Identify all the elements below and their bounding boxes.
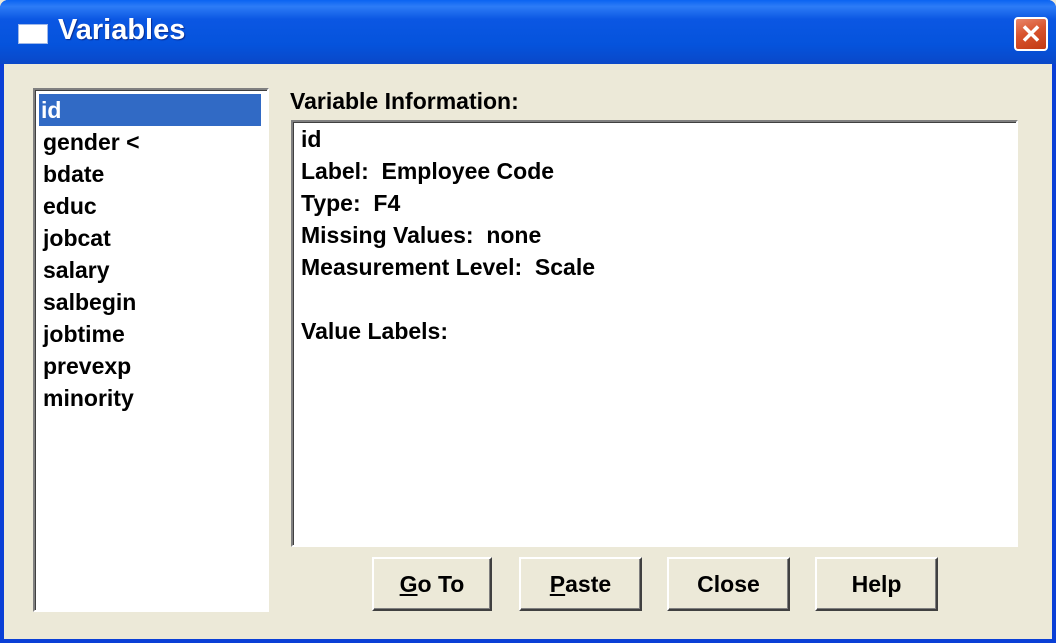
close-window-button[interactable]: ✕ [1014, 17, 1048, 51]
go-to-button[interactable]: Go To [372, 557, 492, 611]
list-item-salbegin[interactable]: salbegin [41, 286, 136, 318]
info-label-line: Label: Employee Code [301, 158, 555, 184]
info-value-labels-line: Value Labels: [301, 318, 449, 344]
list-item-bdate[interactable]: bdate [41, 158, 104, 190]
go-to-mnemonic: G [399, 571, 418, 597]
paste-mnemonic: P [549, 571, 566, 597]
help-button[interactable]: Help [815, 557, 938, 611]
list-item-minority[interactable]: minority [41, 382, 134, 414]
close-button[interactable]: Close [667, 557, 790, 611]
list-item-gender[interactable]: gender < [41, 126, 140, 158]
paste-button[interactable]: Paste [519, 557, 642, 611]
info-missing-values-line: Missing Values: none [301, 222, 542, 248]
list-item-educ[interactable]: educ [41, 190, 97, 222]
go-to-label: o To [417, 571, 465, 597]
list-item-jobtime[interactable]: jobtime [41, 318, 125, 350]
list-item-prevexp[interactable]: prevexp [41, 350, 131, 382]
close-icon: ✕ [1020, 19, 1042, 49]
info-measurement-level-line: Measurement Level: Scale [301, 254, 596, 280]
variable-list[interactable]: id gender < bdate educ jobcat salary sal… [33, 88, 269, 612]
info-variable-name: id [301, 126, 322, 152]
list-item-id[interactable]: id [39, 94, 261, 126]
list-item-salary[interactable]: salary [41, 254, 110, 286]
info-type-line: Type: F4 [301, 190, 401, 216]
title-bar[interactable]: Variables ✕ [0, 0, 1056, 64]
variable-information-box[interactable]: id Label: Employee Code Type: F4 Missing… [291, 120, 1018, 547]
window-title: Variables [58, 14, 186, 46]
list-item-jobcat[interactable]: jobcat [41, 222, 111, 254]
variable-information-label: Variable Information: [290, 88, 519, 114]
paste-label: aste [565, 571, 612, 597]
window-icon [18, 24, 48, 44]
